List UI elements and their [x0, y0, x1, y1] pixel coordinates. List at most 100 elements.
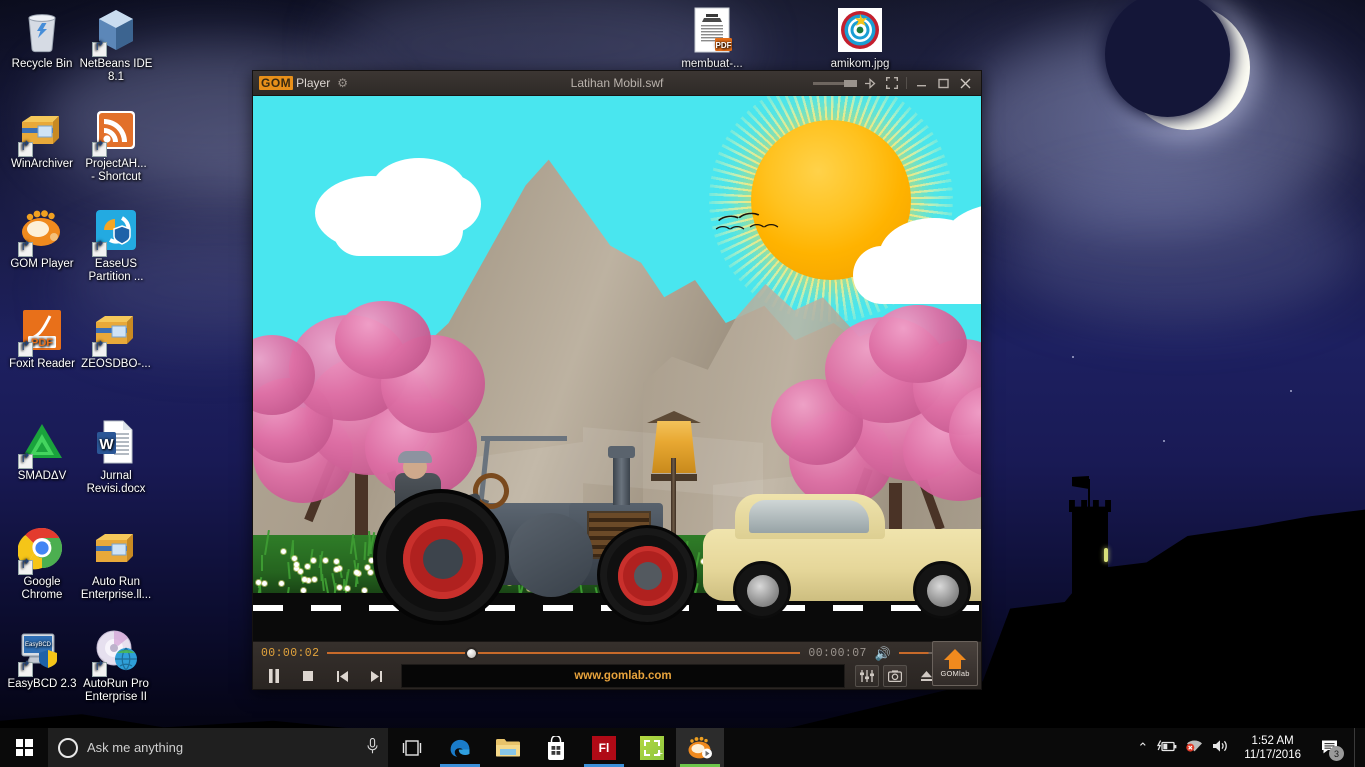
volume-icon[interactable] — [1212, 739, 1230, 756]
microphone-icon[interactable] — [367, 738, 378, 758]
smadav-icon — [18, 457, 66, 469]
svg-text:W: W — [99, 436, 114, 453]
show-desktop-button[interactable] — [1354, 728, 1360, 767]
seek-track — [327, 652, 800, 654]
stop-button[interactable] — [293, 664, 323, 688]
search-box[interactable]: Ask me anything — [48, 728, 388, 767]
screen-capture-button[interactable] — [883, 665, 907, 687]
desktop-icon-autorun-pro-enterprise-ii[interactable]: AutoRun Pro Enterprise II — [78, 626, 154, 704]
system-tray[interactable]: ⌃ 1:52 AM 11/17/2016 3 — [1137, 728, 1365, 767]
desktop-icon-label: AutoRun Pro Enterprise II — [78, 678, 154, 704]
star — [1290, 390, 1292, 392]
desktop-icon-recycle-bin[interactable]: Recycle Bin — [4, 6, 80, 71]
daisy-icon — [312, 577, 317, 582]
winarchiver-icon — [92, 563, 140, 575]
gear-icon[interactable]: ⚙ — [337, 77, 348, 89]
gom-player-word: Player — [296, 76, 330, 90]
daisy-icon — [354, 570, 359, 575]
desktop-icon-zeosdbo[interactable]: ZEOSDBO-... — [78, 306, 154, 371]
foxit-pdf-icon: PDF — [18, 345, 66, 357]
shortcut-arrow-icon — [92, 342, 107, 357]
search-input[interactable]: Ask me anything — [87, 740, 358, 755]
winarchiver-icon — [18, 145, 66, 157]
svg-text:EasyBCD: EasyBCD — [25, 642, 52, 648]
battery-icon[interactable] — [1157, 740, 1177, 756]
daisy-icon — [334, 559, 339, 564]
desktop-icon-label: WinArchiver — [4, 158, 80, 171]
action-center-button[interactable]: 3 — [1315, 728, 1345, 767]
minimize-button[interactable] — [910, 73, 932, 93]
taskbar-item-microsoft-store[interactable] — [532, 728, 580, 767]
desktop-icon-label: GOM Player — [4, 258, 80, 271]
taskbar-item-file-explorer[interactable] — [484, 728, 532, 767]
player-control-bar[interactable]: 00:00:02 00:00:07 🔊 www.gomlab.com GOMla… — [253, 641, 981, 689]
next-button[interactable] — [361, 664, 391, 688]
svg-text:PDF: PDF — [31, 337, 53, 349]
previous-button[interactable] — [327, 664, 357, 688]
transport-row[interactable]: www.gomlab.com — [253, 662, 981, 690]
desktop-icon-netbeans-ide-8-1[interactable]: NetBeans IDE 8.1 — [78, 6, 154, 84]
window-titlebar[interactable]: GOM Player ⚙ Latihan Mobil.swf — [253, 71, 981, 96]
taskbar-item-snagit[interactable]: + — [628, 728, 676, 767]
desktop-icon-projectah-shortcut[interactable]: ProjectAH... - Shortcut — [78, 106, 154, 184]
desktop-icon-label: NetBeans IDE 8.1 — [78, 58, 154, 84]
driver-cap — [398, 451, 432, 463]
daisy-icon — [323, 558, 328, 563]
desktop-icon-jurnal-revisi-docx[interactable]: W Jurnal Revisi.docx — [78, 418, 154, 496]
gom-player-icon — [18, 245, 66, 257]
daisy-icon — [262, 581, 267, 586]
desktop-icon-winarchiver[interactable]: WinArchiver — [4, 106, 80, 171]
seek-slider[interactable] — [327, 647, 800, 660]
desktop-icon-membuat[interactable]: PDF membuat-... — [674, 6, 750, 71]
autorun-cd-icon — [92, 665, 140, 677]
cloud-wisp — [1000, 180, 1360, 320]
taskbar-item-gom-player[interactable] — [676, 728, 724, 767]
desktop-icon-google-chrome[interactable]: Google Chrome — [4, 524, 80, 602]
marquee-banner[interactable]: www.gomlab.com — [401, 664, 845, 688]
desktop-icon-auto-run-enterprise-ll[interactable]: Auto Run Enterprise.ll... — [78, 524, 154, 602]
network-error-icon[interactable] — [1186, 739, 1203, 756]
shortcut-arrow-icon — [18, 342, 33, 357]
castle-tower-silhouette — [1072, 507, 1108, 617]
tower-window-light — [1104, 548, 1108, 562]
gom-player-window[interactable]: GOM Player ⚙ Latihan Mobil.swf ︵︵ ︵︵ ︵︵ … — [252, 70, 982, 690]
maximize-button[interactable] — [932, 73, 954, 93]
desktop-icon-easeus-partition[interactable]: EaseUS Partition ... — [78, 206, 154, 284]
desktop-icon-amikom-jpg[interactable]: amikom.jpg — [822, 6, 898, 71]
windshield-frame-top — [481, 436, 567, 441]
titlebar-controls[interactable] — [813, 73, 981, 93]
clock[interactable]: 1:52 AM 11/17/2016 — [1239, 734, 1306, 762]
taskbar-item-adobe-flash[interactable]: Fl — [580, 728, 628, 767]
clock-time: 1:52 AM — [1244, 734, 1301, 748]
desktop-icon-smadav[interactable]: SMADΔV — [4, 418, 80, 483]
always-on-top-icon[interactable] — [859, 73, 881, 93]
close-button[interactable] — [954, 73, 976, 93]
start-button[interactable] — [0, 728, 48, 767]
fullscreen-icon[interactable] — [881, 73, 903, 93]
svg-text:PDF: PDF — [716, 41, 732, 50]
seek-row[interactable]: 00:00:02 00:00:07 🔊 — [253, 642, 981, 662]
daisy-icon — [311, 558, 316, 563]
desktop-icon-label: ProjectAH... - Shortcut — [78, 158, 154, 184]
opacity-slider[interactable] — [813, 82, 857, 85]
taskbar-item-edge[interactable] — [436, 728, 484, 767]
grass-blade — [261, 555, 263, 571]
volume-icon[interactable]: 🔊 — [875, 647, 891, 660]
desktop-icon-label: SMADΔV — [4, 470, 80, 483]
shortcut-arrow-icon — [18, 242, 33, 257]
star — [1163, 440, 1165, 442]
task-view-button[interactable] — [388, 728, 436, 767]
desktop-icon-foxit-reader[interactable]: PDF Foxit Reader — [4, 306, 80, 371]
windows-taskbar[interactable]: Ask me anything Fl + ⌃ 1:52 AM 11/17/201… — [0, 728, 1365, 767]
daisy-icon — [302, 577, 307, 582]
desktop-icon-gom-player[interactable]: GOM Player — [4, 206, 80, 271]
video-canvas[interactable]: ︵︵ ︵︵ ︵︵ — [253, 96, 981, 641]
show-hidden-icons-button[interactable]: ⌃ — [1137, 740, 1148, 756]
flash-icon: Fl — [592, 736, 616, 760]
desktop-icon-easybcd-2-3[interactable]: EasyBCD EasyBCD 2.3 — [4, 626, 80, 691]
gomlab-button[interactable]: GOMlab — [932, 641, 978, 686]
equalizer-button[interactable] — [855, 665, 879, 687]
rss-icon — [92, 145, 140, 157]
pause-button[interactable] — [259, 664, 289, 688]
seek-handle[interactable] — [465, 647, 478, 660]
